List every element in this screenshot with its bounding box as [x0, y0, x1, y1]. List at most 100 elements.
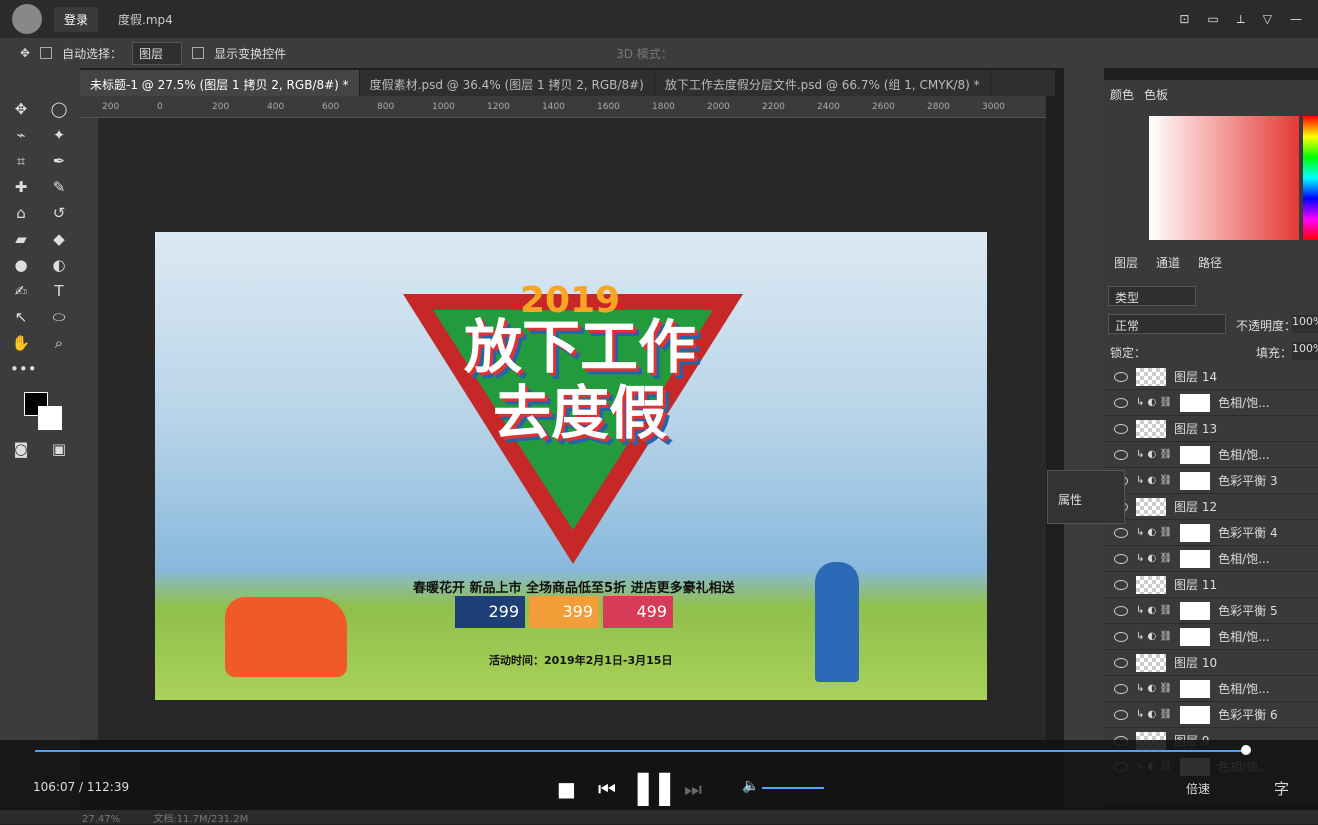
mask-icon[interactable]: ◙: [10, 440, 32, 462]
layer-name: 色彩平衡 4: [1218, 526, 1278, 540]
volume-slider[interactable]: [762, 787, 824, 789]
document-status: 文档:11.7M/231.2M: [153, 814, 249, 825]
pen-tool-icon[interactable]: ✍: [10, 282, 32, 304]
screen-mode-icon[interactable]: ▣: [48, 440, 70, 462]
layer-row[interactable]: 图层 10: [1104, 650, 1318, 676]
transform-label: 显示变换控件: [214, 46, 287, 61]
ruler-tick-label: 2000: [707, 102, 730, 112]
bucket-tool-icon[interactable]: ◆: [48, 230, 70, 252]
volume-icon[interactable]: 🔈: [742, 778, 759, 794]
visibility-eye-icon[interactable]: [1114, 423, 1128, 434]
minimize-icon[interactable]: —: [1290, 12, 1302, 27]
dodge-tool-icon[interactable]: ◐: [48, 256, 70, 278]
adjustment-icons: ↳ ◐ ⛓: [1136, 475, 1173, 486]
adjustment-icons: ↳ ◐ ⛓: [1136, 553, 1173, 564]
layer-row[interactable]: ↳ ◐ ⛓ 色彩平衡 5: [1104, 598, 1318, 624]
channels-tab[interactable]: 通道: [1156, 254, 1180, 274]
layer-select[interactable]: 图层: [132, 41, 183, 65]
kind-filter[interactable]: 类型: [1108, 286, 1196, 306]
opacity-value[interactable]: 100%: [1292, 315, 1318, 333]
layer-row[interactable]: ↳ ◐ ⛓ 色相/饱...: [1104, 624, 1318, 650]
crop-tool-icon[interactable]: ⌗: [10, 152, 32, 174]
move-tool-icon[interactable]: ✥: [20, 46, 30, 60]
layer-row[interactable]: 图层 11: [1104, 572, 1318, 598]
blur-tool-icon[interactable]: ●: [10, 256, 32, 278]
ruler-tick-label: 800: [377, 102, 395, 112]
brush-tool-icon[interactable]: ✎: [48, 178, 70, 200]
select-tool-icon[interactable]: ↖: [10, 308, 32, 330]
pause-button[interactable]: ▌▌: [638, 773, 681, 806]
speed-button[interactable]: 倍速: [1186, 780, 1210, 797]
stop-button[interactable]: ■: [557, 777, 576, 801]
screen-icon[interactable]: ⊡: [1179, 12, 1189, 27]
layer-row[interactable]: 图层 14: [1104, 364, 1318, 390]
layer-row[interactable]: 图层 13: [1104, 416, 1318, 442]
progress-knob[interactable]: [1241, 745, 1251, 755]
layer-name: 色相/饱...: [1218, 448, 1270, 462]
auto-select-checkbox[interactable]: [40, 47, 53, 59]
move-tool-icon[interactable]: ✥: [10, 100, 32, 122]
login-button[interactable]: 登录: [54, 6, 99, 32]
eraser-tool-icon[interactable]: ▰: [10, 230, 32, 252]
ruler-tick-label: 600: [322, 102, 340, 112]
visibility-eye-icon[interactable]: [1114, 553, 1128, 564]
visibility-eye-icon[interactable]: [1114, 605, 1128, 616]
menu-icon[interactable]: ▽: [1263, 12, 1272, 27]
eyedropper-tool-icon[interactable]: ✒: [48, 152, 70, 174]
subtitle-button[interactable]: 字: [1274, 778, 1289, 799]
blend-mode[interactable]: 正常: [1108, 314, 1226, 334]
hand-tool-icon[interactable]: ✋: [10, 334, 32, 356]
layer-row[interactable]: ↳ ◐ ⛓ 色相/饱...: [1104, 676, 1318, 702]
layer-row[interactable]: ↳ ◐ ⛓ 色相/饱...: [1104, 390, 1318, 416]
stamp-tool-icon[interactable]: ⌂: [10, 204, 32, 226]
layer-row[interactable]: ↳ ◐ ⛓ 色相/饱...: [1104, 442, 1318, 468]
layer-row[interactable]: ↳ ◐ ⛓ 色彩平衡 6: [1104, 702, 1318, 728]
next-button[interactable]: ⏭: [684, 777, 702, 801]
price-tag-3: 499: [603, 596, 673, 628]
ruler-tick-label: 2600: [872, 102, 895, 112]
zoom-tool-icon[interactable]: ⌕: [48, 334, 70, 356]
folder-icon[interactable]: ▭: [1207, 12, 1218, 27]
more-tools-icon[interactable]: •••: [10, 360, 37, 382]
visibility-eye-icon[interactable]: [1114, 631, 1128, 642]
progress-bar[interactable]: [35, 750, 1245, 752]
background-color[interactable]: [38, 406, 62, 430]
layer-row[interactable]: ↳ ◐ ⛓ 色彩平衡 4: [1104, 520, 1318, 546]
visibility-eye-icon[interactable]: [1114, 579, 1128, 590]
shape-tool-icon[interactable]: ⬭: [48, 308, 70, 330]
properties-panel[interactable]: 属性: [1047, 470, 1125, 524]
color-tab[interactable]: 颜色: [1110, 86, 1134, 103]
lasso-tool-icon[interactable]: ⌁: [10, 126, 32, 148]
swatches-tab[interactable]: 色板: [1144, 86, 1168, 103]
visibility-eye-icon[interactable]: [1114, 683, 1128, 694]
tab-material[interactable]: 度假素材.psd @ 36.4% (图层 1 拷贝 2, RGB/8#): [360, 70, 655, 96]
mask-thumbnail: [1180, 445, 1211, 464]
fill-value[interactable]: 100%: [1292, 342, 1318, 360]
visibility-eye-icon[interactable]: [1114, 527, 1128, 538]
paths-tab[interactable]: 路径: [1198, 254, 1222, 274]
hue-slider[interactable]: [1303, 116, 1318, 240]
color-picker-field[interactable]: [1149, 116, 1299, 240]
orange-bus-illustration: [225, 597, 347, 677]
visibility-eye-icon[interactable]: [1114, 371, 1128, 382]
pin-icon[interactable]: ⟂: [1237, 12, 1245, 27]
text-tool-icon[interactable]: T: [48, 282, 70, 304]
layer-row[interactable]: 图层 12: [1104, 494, 1318, 520]
tab-untitled[interactable]: 未标题-1 @ 27.5% (图层 1 拷贝 2, RGB/8#) *: [80, 70, 360, 96]
visibility-eye-icon[interactable]: [1114, 709, 1128, 720]
wand-tool-icon[interactable]: ✦: [48, 126, 70, 148]
layer-row[interactable]: ↳ ◐ ⛓ 色相/饱...: [1104, 546, 1318, 572]
tab-layered-file[interactable]: 放下工作去度假分层文件.psd @ 66.7% (组 1, CMYK/8) *: [655, 70, 991, 96]
transform-checkbox[interactable]: [192, 47, 205, 59]
mode3d-label: 3D 模式：: [616, 46, 673, 61]
layers-tab[interactable]: 图层: [1114, 254, 1138, 274]
marquee-tool-icon[interactable]: ◯: [48, 100, 70, 122]
layer-row[interactable]: ↳ ◐ ⛓ 色彩平衡 3: [1104, 468, 1318, 494]
visibility-eye-icon[interactable]: [1114, 397, 1128, 408]
app-logo: [12, 4, 42, 34]
heal-tool-icon[interactable]: ✚: [10, 178, 32, 200]
visibility-eye-icon[interactable]: [1114, 657, 1128, 668]
visibility-eye-icon[interactable]: [1114, 449, 1128, 460]
history-brush-icon[interactable]: ↺: [48, 204, 70, 226]
previous-button[interactable]: ⏮: [598, 777, 616, 801]
